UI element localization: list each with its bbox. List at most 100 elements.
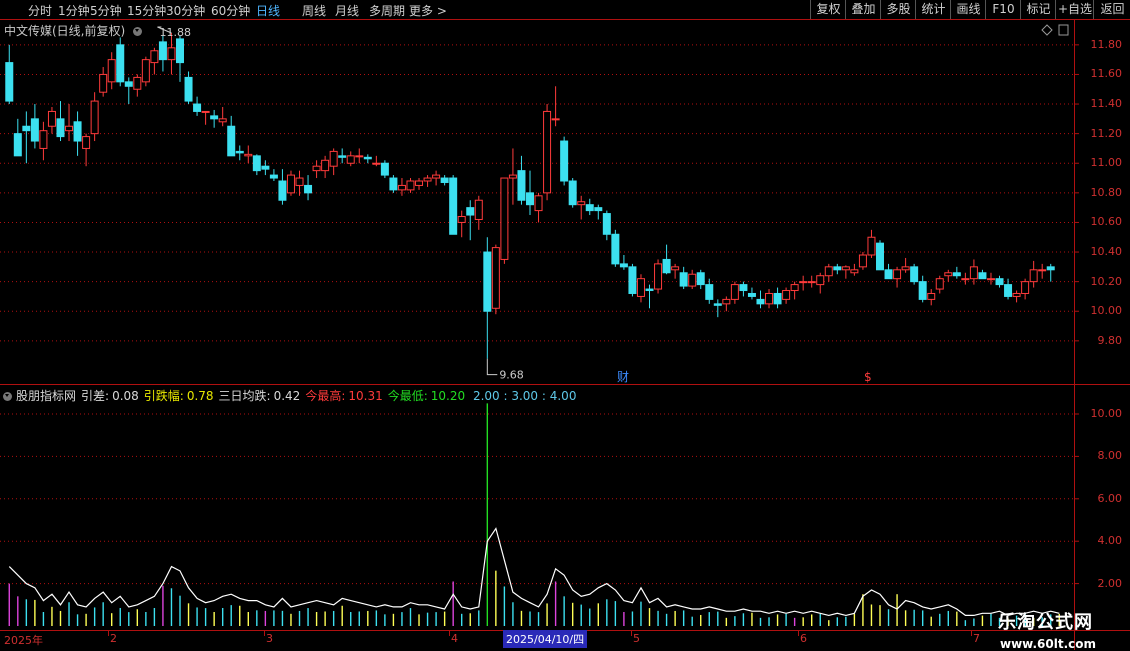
candle-body: [662, 258, 671, 274]
indicator-tick-label: 10.00: [1090, 407, 1123, 420]
candle-body: [628, 266, 637, 294]
watermark: 乐淘公式网 www.60lt.com: [998, 608, 1096, 651]
candle-body: [543, 110, 552, 194]
candle-body: [747, 292, 756, 297]
price-tick-label: 11.20: [1090, 126, 1123, 140]
candle-body: [167, 47, 176, 61]
candle-body: [227, 125, 236, 157]
candle-body: [176, 38, 184, 64]
candle-body: [722, 298, 731, 305]
period-tab[interactable]: 60分钟: [211, 2, 250, 19]
price-tick-label: 9.80: [1097, 333, 1123, 347]
indicator-tick-label: 8.00: [1097, 449, 1123, 463]
candle-body: [380, 162, 389, 176]
candle-body: [39, 130, 48, 149]
dividend-marker[interactable]: $: [864, 370, 872, 384]
candle-body: [269, 174, 278, 179]
candle-body: [893, 269, 902, 280]
high-label: 11.88: [159, 26, 191, 39]
candle-body: [244, 153, 253, 157]
time-tick-mark: [108, 630, 109, 636]
candle-body: [82, 136, 91, 149]
price-tick-label: 11.80: [1090, 37, 1123, 51]
price-tick-label: 11.00: [1090, 156, 1123, 170]
period-tab[interactable]: 30分钟: [166, 2, 205, 19]
candle-body: [884, 269, 893, 280]
candle-body: [688, 273, 697, 287]
candle-body: [986, 278, 995, 281]
candle-body: [56, 118, 65, 138]
time-tick-mark: [449, 630, 450, 636]
tool-button[interactable]: +自选: [1055, 0, 1094, 19]
candle-body: [858, 254, 867, 268]
candle-body: [372, 162, 381, 165]
candle-body: [133, 76, 142, 90]
candle-body: [782, 290, 791, 300]
period-tab[interactable]: 15分钟: [127, 2, 166, 19]
period-tab[interactable]: 更多 >: [409, 2, 447, 19]
candle-body: [705, 284, 714, 300]
time-tick-label: 2: [110, 632, 117, 645]
candle-body: [867, 236, 876, 256]
indicator-tick-label: 2.00: [1097, 576, 1123, 590]
candle-body: [833, 266, 842, 271]
candle-body: [978, 272, 987, 280]
candle-body: [432, 174, 441, 179]
candle-body: [995, 278, 1004, 286]
top-toolbar: 分时 1分钟 5分钟 15分钟 30分钟 60分钟 日线 周线 月线 多周期 更多 > 复权 叠加 多股…: [0, 0, 1130, 20]
candle-body: [355, 155, 364, 158]
time-tick-mark: [971, 630, 972, 636]
period-tab[interactable]: 月线: [335, 2, 359, 19]
price-tick-label: 10.60: [1090, 215, 1123, 229]
tool-button[interactable]: 叠加: [845, 0, 881, 19]
tool-button[interactable]: 复权: [810, 0, 846, 19]
tool-button[interactable]: F10: [985, 0, 1021, 19]
candle-body: [551, 118, 560, 121]
period-tab[interactable]: 多周期: [369, 2, 405, 19]
tool-button[interactable]: 画线: [950, 0, 986, 19]
tool-button[interactable]: 多股: [880, 0, 916, 19]
candle-body: [278, 180, 287, 201]
tool-button[interactable]: 返回: [1093, 0, 1130, 19]
candle-body: [1021, 281, 1030, 294]
candle-body: [790, 284, 799, 292]
candle-body: [918, 281, 927, 300]
time-tick-mark: [798, 630, 799, 636]
candle-body: [935, 278, 944, 290]
period-tab[interactable]: 5分钟: [90, 2, 122, 19]
candle-body: [671, 266, 680, 271]
candle-body: [679, 272, 688, 287]
candle-body: [961, 278, 970, 281]
price-tick-label: 10.00: [1090, 304, 1123, 318]
candle-body: [201, 110, 210, 113]
period-tab[interactable]: 周线: [302, 2, 326, 19]
candle-body: [193, 103, 202, 112]
candle-body: [338, 155, 347, 158]
candle-body: [799, 281, 808, 284]
candle-body: [654, 263, 663, 290]
candle-body: [807, 281, 816, 284]
candle-body: [457, 216, 466, 223]
time-tick-label: 7: [973, 632, 980, 645]
candle-body: [466, 207, 475, 216]
candle-body: [713, 303, 722, 306]
tool-button[interactable]: 统计: [915, 0, 951, 19]
candle-body: [150, 50, 159, 64]
candle-body: [1012, 292, 1021, 297]
tool-button[interactable]: 标记: [1020, 0, 1056, 19]
candle-body: [1004, 284, 1013, 297]
candle-body: [944, 272, 953, 277]
candle-body: [645, 288, 654, 292]
candle-body: [696, 272, 705, 286]
period-tab[interactable]: 日线: [256, 2, 280, 19]
candle-body: [295, 177, 304, 186]
price-tick-label: 11.60: [1090, 67, 1123, 81]
candle-body: [910, 266, 919, 283]
period-tab[interactable]: 分时: [28, 2, 52, 19]
period-tab[interactable]: 1分钟: [58, 2, 90, 19]
candlestick-chart[interactable]: 11.88 9.68 财 $: [0, 20, 1130, 384]
finance-marker[interactable]: 财: [617, 370, 629, 384]
indicator-chart[interactable]: [0, 385, 1130, 630]
candle-body: [141, 59, 150, 83]
candle-body: [184, 76, 193, 102]
